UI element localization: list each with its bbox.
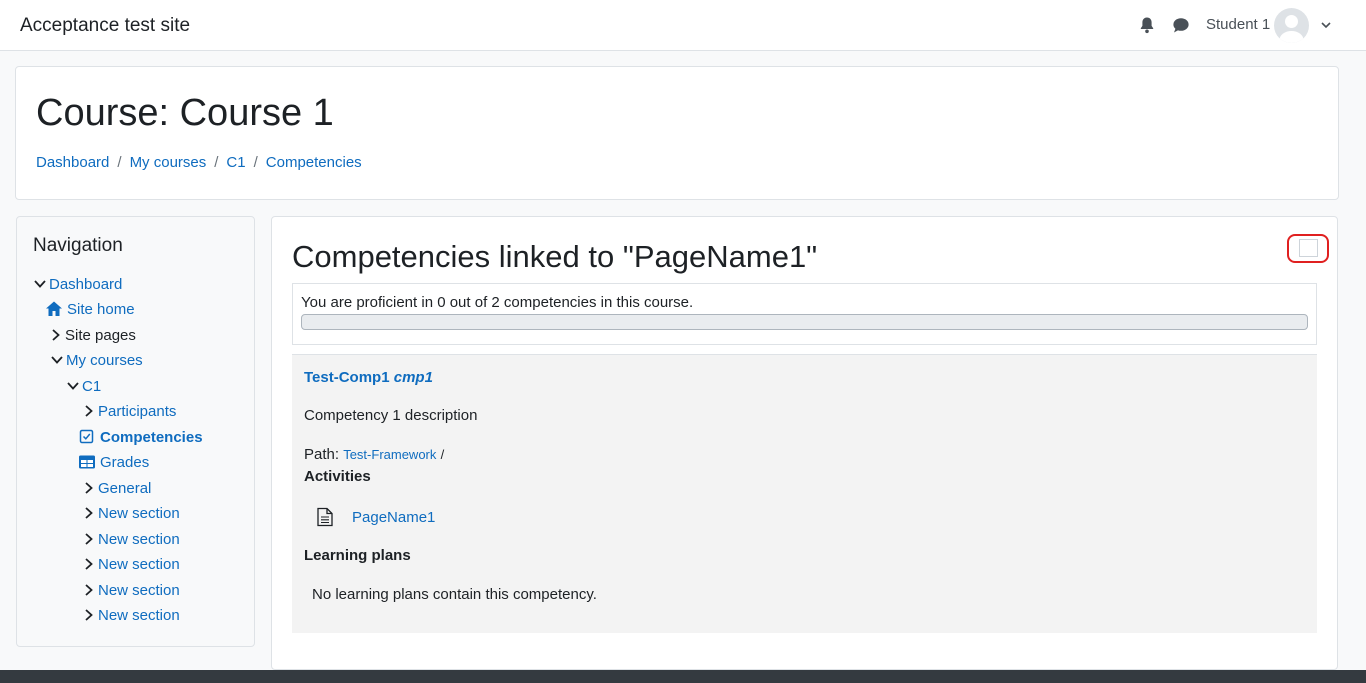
activities-heading: Activities [304, 468, 371, 485]
nav-item-label: Grades [100, 453, 150, 471]
chevron-down-icon[interactable] [1319, 18, 1333, 32]
user-avatar-icon [1279, 15, 1304, 43]
proficiency-summary: You are proficient in 0 out of 2 compete… [292, 283, 1317, 345]
navigation-title: Navigation [33, 235, 123, 256]
breadcrumb-separator: / [253, 154, 258, 171]
home-icon [46, 301, 62, 316]
nav-item-label: General [98, 479, 152, 497]
proficiency-progress-bar [301, 314, 1308, 330]
site-name-link[interactable]: Acceptance test site [20, 15, 190, 37]
page-document-icon [317, 507, 333, 527]
chevron-right-icon[interactable] [82, 404, 96, 418]
breadcrumb-dashboard[interactable]: Dashboard [36, 154, 109, 171]
nav-item-label: New section [98, 530, 180, 548]
breadcrumb: Dashboard / My courses / C1 / Competenci… [36, 154, 362, 171]
competency-checkbox-icon [79, 429, 94, 444]
nav-item-label: My courses [66, 351, 143, 369]
avatar[interactable] [1274, 8, 1309, 43]
main-region: Competencies linked to "PageName1" You a… [271, 216, 1338, 670]
nav-item-competencies[interactable]: Competencies [78, 427, 203, 447]
chevron-right-icon[interactable] [49, 328, 63, 342]
nav-item-label: New section [98, 504, 180, 522]
nav-item-label: Competencies [100, 428, 203, 446]
nav-item-site-pages[interactable]: Site pages [49, 325, 136, 345]
nav-item-label: New section [98, 606, 180, 624]
breadcrumb-my-courses[interactable]: My courses [130, 154, 207, 171]
activity-item: PageName1 [316, 507, 435, 527]
nav-item-c1[interactable]: C1 [66, 376, 101, 396]
chevron-down-icon[interactable] [33, 277, 47, 291]
nav-item-site-home[interactable]: Site home [45, 299, 135, 319]
competency-path: Path: Test-Framework / [304, 446, 444, 463]
path-label: Path: [304, 446, 340, 463]
competency-link[interactable]: Test-Comp1 cmp1 [304, 369, 433, 386]
checkbox-icon [1299, 239, 1318, 257]
competency-idnumber: cmp1 [393, 369, 433, 386]
top-navbar: Acceptance test site Student 1 [0, 0, 1366, 51]
nav-item-label: Site pages [65, 326, 136, 344]
nav-item-new-section[interactable]: New section [82, 580, 180, 600]
page-header: Course: Course 1 Dashboard / My courses … [15, 66, 1339, 200]
chevron-right-icon[interactable] [82, 557, 96, 571]
learning-plans-heading: Learning plans [304, 547, 411, 564]
chevron-right-icon[interactable] [82, 608, 96, 622]
competency-card: Test-Comp1 cmp1 Competency 1 description… [292, 354, 1317, 633]
nav-item-general[interactable]: General [82, 478, 151, 498]
nav-item-new-section[interactable]: New section [82, 554, 180, 574]
navigation-block: Navigation Dashboard Site home Site page… [16, 216, 255, 647]
chevron-right-icon[interactable] [82, 583, 96, 597]
nav-item-label: Participants [98, 402, 177, 420]
breadcrumb-separator: / [214, 154, 219, 171]
nav-item-participants[interactable]: Participants [82, 401, 176, 421]
bell-icon[interactable] [1137, 15, 1157, 35]
chevron-down-icon[interactable] [50, 353, 64, 367]
nav-item-dashboard[interactable]: Dashboard [33, 274, 122, 294]
nav-item-my-courses[interactable]: My courses [50, 350, 143, 370]
nav-item-new-section[interactable]: New section [82, 503, 180, 523]
breadcrumb-separator: / [117, 154, 122, 171]
competency-description: Competency 1 description [304, 407, 478, 424]
framework-link[interactable]: Test-Framework [343, 447, 436, 462]
nav-item-label: New section [98, 581, 180, 599]
no-plans-message: No learning plans contain this competenc… [312, 586, 597, 603]
nav-item-new-section[interactable]: New section [82, 605, 180, 625]
block-toggle-button[interactable] [1287, 234, 1329, 263]
page-title: Course: Course 1 [36, 92, 334, 134]
chevron-right-icon[interactable] [82, 506, 96, 520]
footer [0, 670, 1366, 683]
nav-item-new-section[interactable]: New section [82, 529, 180, 549]
proficiency-text: You are proficient in 0 out of 2 compete… [301, 294, 694, 311]
competency-name: Test-Comp1 [304, 369, 390, 386]
nav-item-label: New section [98, 555, 180, 573]
nav-item-label: C1 [82, 377, 102, 395]
chevron-right-icon[interactable] [82, 532, 96, 546]
activity-link[interactable]: PageName1 [352, 509, 435, 526]
breadcrumb-c1[interactable]: C1 [226, 154, 245, 171]
chevron-right-icon[interactable] [82, 481, 96, 495]
breadcrumb-competencies[interactable]: Competencies [266, 154, 362, 171]
main-title: Competencies linked to "PageName1" [292, 239, 818, 274]
grades-table-icon [79, 455, 95, 469]
chat-icon[interactable] [1171, 15, 1191, 35]
chevron-down-icon[interactable] [66, 379, 80, 393]
nav-item-grades[interactable]: Grades [78, 452, 149, 472]
nav-item-label: Site home [67, 300, 135, 318]
user-name[interactable]: Student 1 [1206, 16, 1270, 33]
nav-item-label: Dashboard [49, 275, 123, 293]
path-separator: / [440, 447, 445, 462]
